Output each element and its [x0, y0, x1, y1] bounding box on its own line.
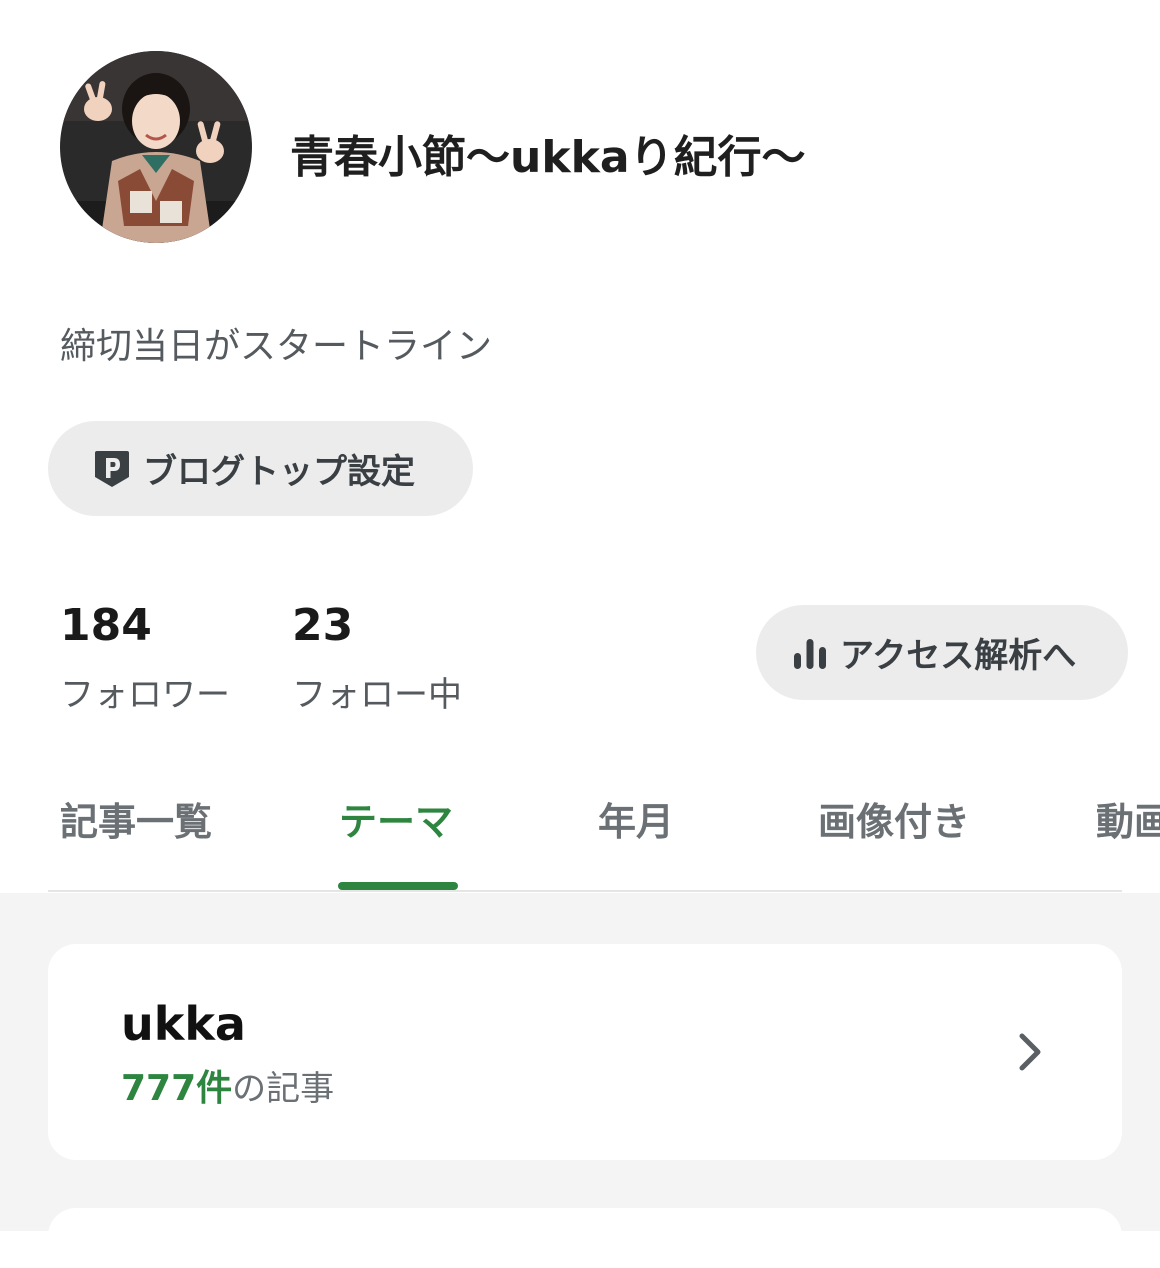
tab-articles[interactable]: 記事一覧	[60, 794, 212, 850]
theme-name: ukka	[121, 997, 246, 1051]
theme-list-item-partial[interactable]	[48, 1208, 1122, 1268]
theme-count-suffix: の記事	[232, 1069, 335, 1109]
following-stat[interactable]: 23 フォロー中	[292, 596, 462, 720]
following-count: 23	[292, 600, 354, 651]
theme-article-count: 777件の記事	[121, 1064, 334, 1120]
theme-list-item[interactable]: ukka 777件の記事	[48, 944, 1122, 1160]
blog-description: 締切当日がスタートライン	[60, 326, 493, 367]
avatar-photo	[60, 51, 252, 243]
active-tab-indicator	[338, 882, 458, 890]
followers-count: 184	[60, 600, 152, 651]
theme-count-value: 777件	[121, 1068, 233, 1109]
tab-with-images[interactable]: 画像付き	[818, 794, 970, 850]
chevron-right-icon	[1019, 1033, 1041, 1071]
followers-stat[interactable]: 184 フォロワー	[60, 596, 230, 720]
tabs-divider	[48, 890, 1122, 892]
followers-label: フォロワー	[60, 675, 230, 715]
access-analytics-button[interactable]: アクセス解析へ	[756, 605, 1128, 700]
avatar[interactable]	[60, 51, 252, 243]
tab-themes[interactable]: テーマ	[339, 794, 453, 850]
blog-top-settings-label: ブログトップ設定	[143, 452, 415, 492]
following-label: フォロー中	[292, 675, 462, 715]
blog-top-settings-button[interactable]: ブログトップ設定	[48, 421, 473, 516]
access-analytics-label: アクセス解析へ	[840, 636, 1077, 676]
tab-videos[interactable]: 動画	[1096, 794, 1160, 850]
bar-chart-icon	[794, 638, 826, 669]
tab-bar: 記事一覧 テーマ 年月 画像付き 動画	[0, 780, 1160, 892]
p-badge-icon	[95, 450, 129, 487]
blog-title: 青春小節〜ukkaり紀行〜	[290, 132, 806, 183]
tab-year-month[interactable]: 年月	[598, 794, 674, 850]
